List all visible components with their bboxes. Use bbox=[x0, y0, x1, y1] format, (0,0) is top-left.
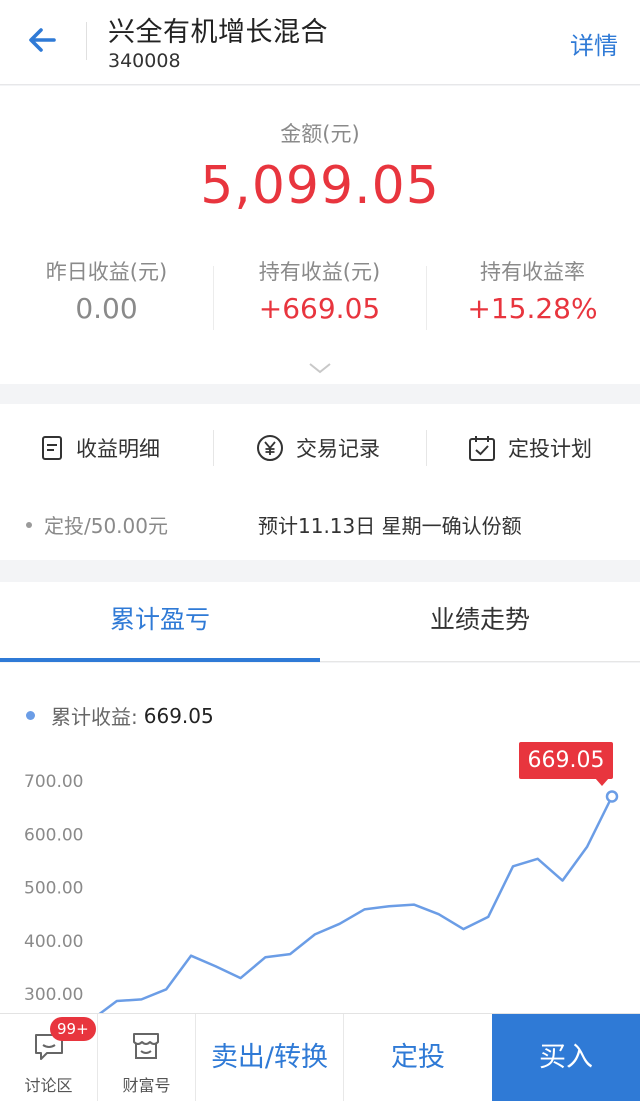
stat-value: 0.00 bbox=[75, 292, 138, 325]
action-divider bbox=[213, 430, 214, 466]
stat-label: 持有收益率 bbox=[480, 260, 585, 284]
header-divider bbox=[86, 22, 87, 60]
active-tab-indicator bbox=[0, 658, 320, 662]
discussion-button[interactable]: 99+ 讨论区 bbox=[0, 1014, 97, 1101]
sip-amount: 定投/50.00元 bbox=[44, 514, 168, 538]
yen-circle-icon bbox=[257, 435, 283, 461]
line-chart-svg: 300.00 400.00 500.00 600.00 700.00 bbox=[24, 772, 619, 1013]
chart-tabs: 累计盈亏 业绩走势 bbox=[0, 582, 640, 662]
sip-confirm-note: 预计11.13日 星期一确认份额 bbox=[258, 514, 522, 538]
amount-label: 金额(元) bbox=[280, 122, 360, 146]
stat-value: +669.05 bbox=[258, 292, 381, 325]
fund-name: 兴全有机增长混合 bbox=[108, 17, 328, 48]
bullet-dot bbox=[26, 522, 32, 528]
document-icon bbox=[42, 436, 62, 460]
discussion-label: 讨论区 bbox=[24, 1076, 73, 1095]
sip-button[interactable]: 定投 bbox=[344, 1014, 492, 1101]
callout-tail bbox=[595, 778, 609, 786]
tab-cumulative-pnl[interactable]: 累计盈亏 bbox=[0, 582, 320, 662]
chevron-down-icon[interactable] bbox=[308, 360, 332, 374]
action-label: 收益明细 bbox=[76, 437, 160, 461]
top-nav-bar: 兴全有机增长混合 340008 详情 bbox=[0, 0, 640, 85]
action-divider bbox=[426, 430, 427, 466]
wealth-label: 财富号 bbox=[122, 1076, 171, 1095]
wealth-account-button[interactable]: 财富号 bbox=[98, 1014, 195, 1101]
calendar-check-icon bbox=[469, 436, 495, 461]
trade-record-button[interactable]: 交易记录 bbox=[256, 428, 380, 468]
y-tick-label: 500.00 bbox=[24, 879, 83, 899]
store-icon bbox=[133, 1033, 159, 1059]
fund-code: 340008 bbox=[108, 50, 181, 72]
action-label: 交易记录 bbox=[296, 437, 380, 461]
income-detail-button[interactable]: 收益明细 bbox=[40, 428, 160, 468]
tab-performance-trend[interactable]: 业绩走势 bbox=[320, 582, 640, 662]
series-line bbox=[98, 795, 614, 1013]
stat-holding-profit: 持有收益(元) +669.05 bbox=[213, 256, 426, 325]
detail-link[interactable]: 详情 bbox=[570, 26, 618, 61]
actions-panel: 收益明细 交易记录 定投计划 定投/50.00元 预计11.13日 星期一确认份… bbox=[0, 404, 640, 560]
fund-detail-screen: 兴全有机增长混合 340008 详情 金额(元) 5,099.05 昨日收益(元… bbox=[0, 0, 640, 1101]
arrow-left-icon[interactable] bbox=[24, 20, 64, 60]
y-tick-label: 700.00 bbox=[24, 772, 83, 792]
stat-value: +15.28% bbox=[467, 292, 598, 325]
action-label: 定投计划 bbox=[508, 437, 592, 461]
holding-summary: 金额(元) 5,099.05 昨日收益(元) 0.00 持有收益(元) +669… bbox=[0, 86, 640, 384]
cumulative-profit-chart: 累计收益: 669.05 300.00 400.00 500.00 600.00 700… bbox=[0, 663, 640, 1013]
bottom-action-bar: 99+ 讨论区 财富号 卖出/转换 定投 买入 bbox=[0, 1013, 640, 1101]
last-value-callout: 669.05 bbox=[519, 742, 613, 779]
y-tick-label: 600.00 bbox=[24, 825, 83, 845]
unread-badge: 99+ bbox=[50, 1017, 96, 1041]
sip-plan-button[interactable]: 定投计划 bbox=[468, 428, 592, 468]
stat-yesterday: 昨日收益(元) 0.00 bbox=[0, 256, 213, 325]
y-tick-label: 300.00 bbox=[24, 985, 83, 1005]
stat-holding-rate: 持有收益率 +15.28% bbox=[426, 256, 639, 325]
sell-convert-button[interactable]: 卖出/转换 bbox=[196, 1014, 343, 1101]
last-point-marker bbox=[605, 790, 619, 803]
buy-button[interactable]: 买入 bbox=[492, 1014, 640, 1101]
stat-label: 持有收益(元) bbox=[258, 260, 381, 284]
amount-value: 5,099.05 bbox=[200, 156, 440, 216]
stat-label: 昨日收益(元) bbox=[45, 260, 168, 284]
sip-info-row: 定投/50.00元 预计11.13日 星期一确认份额 bbox=[0, 500, 640, 548]
y-tick-label: 400.00 bbox=[24, 932, 83, 952]
